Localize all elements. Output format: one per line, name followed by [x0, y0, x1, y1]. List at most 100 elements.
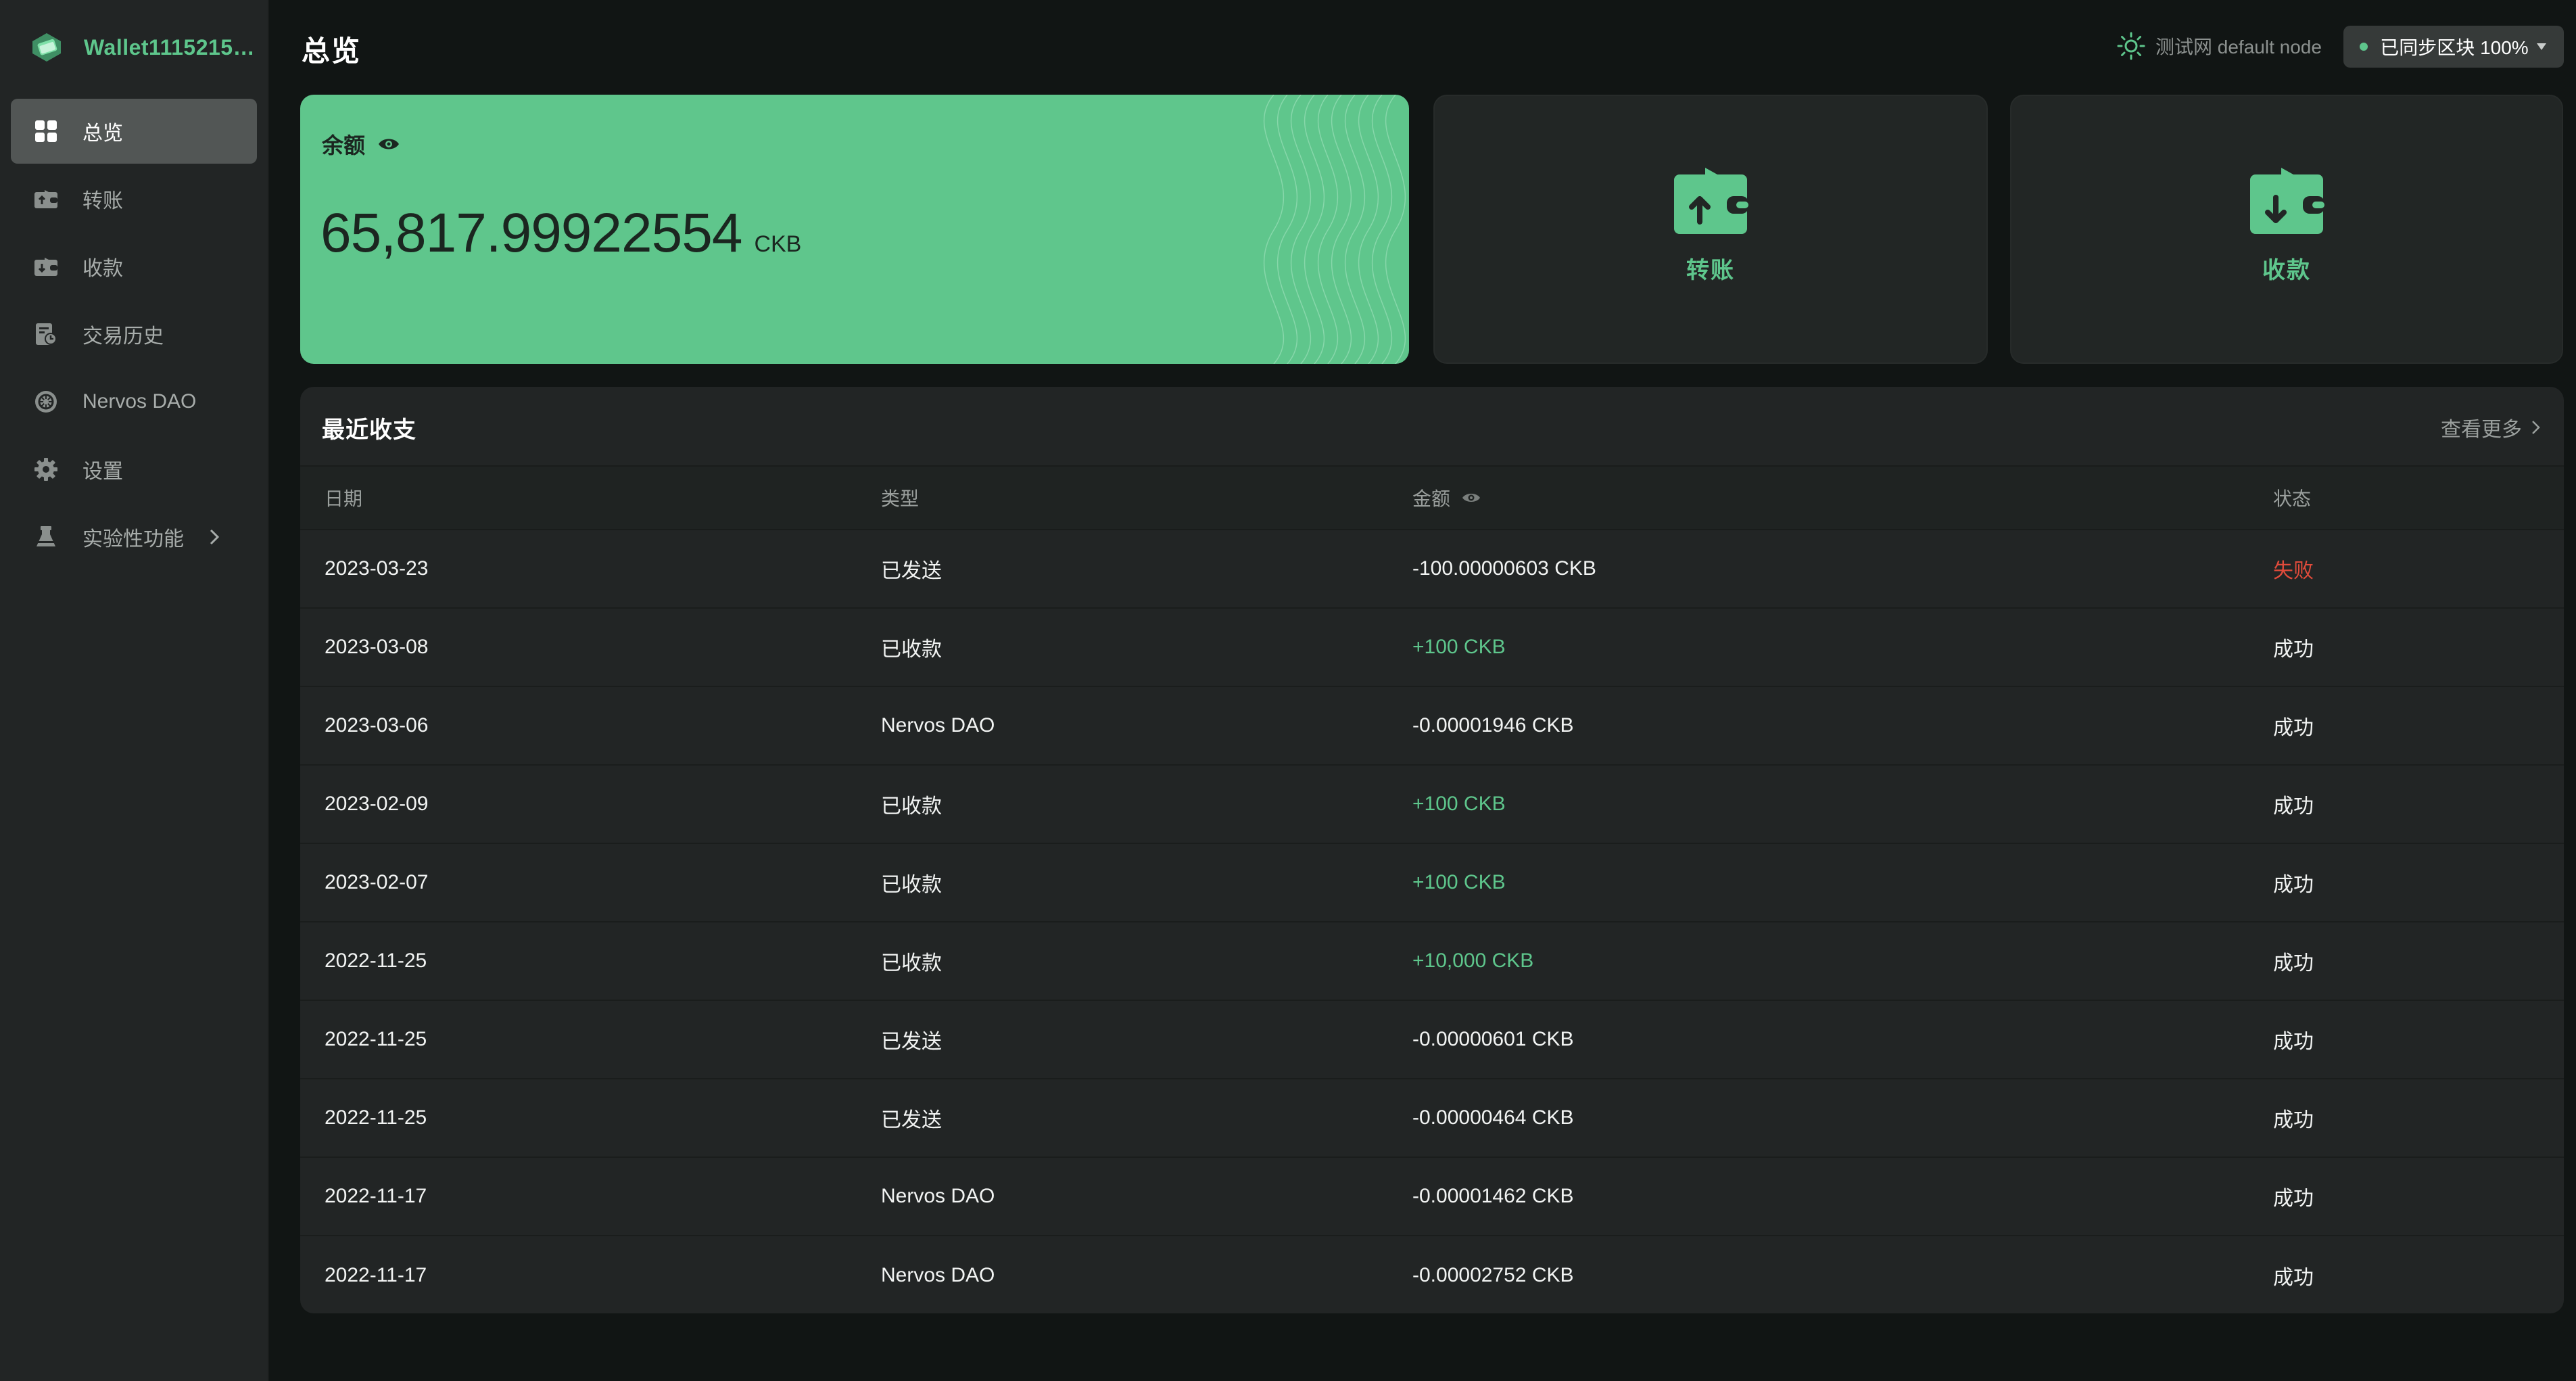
tx-amount: -0.00000464 CKB	[1412, 1106, 1574, 1129]
tx-date: 2023-03-08	[325, 636, 429, 658]
table-row[interactable]: 2023-03-23 已发送 -100.00000603 CKB 失败	[300, 530, 2564, 609]
balance-card: 余额 65,817.99922554 CKB	[300, 95, 1409, 364]
column-header-amount[interactable]: 金额	[1412, 467, 1481, 529]
tx-amount: -0.00001946 CKB	[1412, 714, 1574, 736]
tx-date: 2023-02-07	[325, 871, 429, 893]
sun-icon	[2117, 32, 2145, 60]
sidebar-item-nervos-dao[interactable]: Nervos DAO	[11, 369, 257, 434]
tx-status: 成功	[2273, 1031, 2314, 1053]
tx-type: 已收款	[881, 874, 942, 896]
page-title: 总览	[302, 35, 362, 67]
send-button[interactable]: 转账	[1433, 95, 1988, 364]
tx-type: 已收款	[881, 952, 942, 975]
network-label: 测试网 default node	[2155, 37, 2322, 57]
balance-label: 余额	[322, 133, 366, 158]
tx-status: 成功	[2273, 1188, 2314, 1210]
tx-status: 成功	[2273, 874, 2314, 896]
tx-date: 2023-03-23	[325, 557, 429, 580]
chevron-right-icon	[2532, 421, 2540, 434]
column-header-label: 日期	[325, 488, 363, 509]
sync-label: 已同步区块 100%	[2380, 37, 2529, 58]
tx-type: Nervos DAO	[881, 714, 995, 736]
tx-date: 2023-03-06	[325, 714, 429, 736]
table-row[interactable]: 2023-03-08 已收款 +100 CKB 成功	[300, 609, 2564, 687]
tx-type: 已收款	[881, 795, 942, 818]
tx-date: 2022-11-25	[325, 950, 427, 972]
app-window: Wallet111521515... 总览 转账 收款 交易历史 Nervos …	[0, 0, 2576, 1381]
tx-type: Nervos DAO	[881, 1264, 995, 1286]
table-body: 2023-03-23 已发送 -100.00000603 CKB 失败 2023-03-…	[300, 530, 2564, 1313]
column-header-label: 状态	[2273, 488, 2312, 509]
sidebar-item-label: 转账	[82, 190, 123, 212]
tx-type: 已发送	[881, 560, 942, 582]
sidebar-item-overview[interactable]: 总览	[11, 99, 257, 164]
sidebar-item-label: 实验性功能	[82, 528, 184, 551]
receive-wallet-icon	[2250, 168, 2324, 234]
table-row[interactable]: 2022-11-25 已发送 -0.00000601 CKB 成功	[300, 1001, 2564, 1079]
sidebar-item-history[interactable]: 交易历史	[11, 302, 257, 367]
tx-date: 2022-11-17	[325, 1264, 427, 1286]
tx-type: Nervos DAO	[881, 1185, 995, 1207]
sync-dot	[2360, 43, 2368, 51]
tx-date: 2023-02-09	[325, 793, 429, 815]
see-more-link[interactable]: 查看更多	[2441, 413, 2542, 442]
sidebar-item-receive[interactable]: 收款	[11, 234, 257, 299]
tx-type: 已收款	[881, 638, 942, 661]
column-header-label: 类型	[881, 488, 920, 509]
wave-decoration	[1263, 95, 1406, 364]
tx-amount: +10,000 CKB	[1412, 950, 1534, 972]
tx-amount: -100.00000603 CKB	[1412, 557, 1596, 580]
sidebar-item-settings[interactable]: 设置	[11, 437, 257, 502]
receive-button[interactable]: 收款	[2010, 95, 2563, 364]
eye-icon[interactable]	[377, 135, 400, 153]
tx-status: 成功	[2273, 1109, 2314, 1131]
balance-value: 65,817.99922554	[320, 202, 742, 264]
table-row[interactable]: 2023-02-09 已收款 +100 CKB 成功	[300, 766, 2564, 844]
eye-icon[interactable]	[1461, 490, 1481, 505]
sidebar-item-label: 总览	[82, 122, 123, 145]
sync-status-dropdown[interactable]: 已同步区块 100%	[2343, 26, 2564, 68]
wallet-logo-icon	[32, 33, 61, 62]
recent-title: 最近收支	[322, 417, 416, 443]
sidebar-item-label: 设置	[82, 461, 123, 483]
table-row[interactable]: 2023-03-06 Nervos DAO -0.00001946 CKB 成功	[300, 687, 2564, 766]
sidebar-item-label: 交易历史	[82, 325, 164, 348]
gear-icon	[32, 456, 59, 483]
tx-status: 成功	[2273, 1267, 2314, 1289]
table-row[interactable]: 2023-02-07 已收款 +100 CKB 成功	[300, 844, 2564, 922]
sidebar-item-label: Nervos DAO	[82, 390, 197, 413]
tx-status: 成功	[2273, 638, 2314, 661]
column-header-label: 金额	[1412, 488, 1451, 509]
table-row[interactable]: 2022-11-25 已收款 +10,000 CKB 成功	[300, 922, 2564, 1001]
sidebar-item-experimental[interactable]: 实验性功能	[11, 505, 257, 569]
sidebar-item-send[interactable]: 转账	[11, 166, 257, 231]
history-icon	[32, 321, 59, 348]
tx-status: 成功	[2273, 717, 2314, 739]
recent-transactions: 最近收支 查看更多 日期 类型 金额 状态 2023-03-23 已发送 -100.…	[300, 387, 2564, 1313]
tx-amount: +100 CKB	[1412, 636, 1506, 658]
table-header: 日期 类型 金额 状态	[300, 465, 2564, 530]
tx-status: 成功	[2273, 952, 2314, 975]
wallet-switcher[interactable]: Wallet111521515...	[30, 27, 261, 68]
tx-type: 已发送	[881, 1109, 942, 1131]
send-wallet-icon	[1674, 168, 1748, 234]
tx-amount: -0.00001462 CKB	[1412, 1185, 1574, 1207]
tx-amount: -0.00002752 CKB	[1412, 1264, 1574, 1286]
tx-date: 2022-11-17	[325, 1185, 427, 1207]
column-header-type[interactable]: 类型	[881, 467, 919, 529]
tx-amount: +100 CKB	[1412, 871, 1506, 893]
receive-wallet-icon	[32, 253, 59, 280]
tx-status: 失败	[2273, 560, 2314, 582]
column-header-status[interactable]: 状态	[2273, 467, 2311, 529]
network-status[interactable]: 测试网 default node	[2116, 30, 2322, 62]
chevron-right-icon	[210, 529, 220, 545]
tx-date: 2022-11-25	[325, 1106, 427, 1129]
table-row[interactable]: 2022-11-17 Nervos DAO -0.00001462 CKB 成功	[300, 1158, 2564, 1236]
receive-label: 收款	[2262, 258, 2311, 283]
table-row[interactable]: 2022-11-25 已发送 -0.00000464 CKB 成功	[300, 1079, 2564, 1158]
sidebar-nav: 总览 转账 收款 交易历史 Nervos DAO 设置 实验性功能	[11, 99, 257, 572]
table-row[interactable]: 2022-11-17 Nervos DAO -0.00002752 CKB 成功	[300, 1236, 2564, 1313]
tx-status: 成功	[2273, 795, 2314, 818]
tx-date: 2022-11-25	[325, 1028, 427, 1050]
column-header-date[interactable]: 日期	[325, 467, 362, 529]
